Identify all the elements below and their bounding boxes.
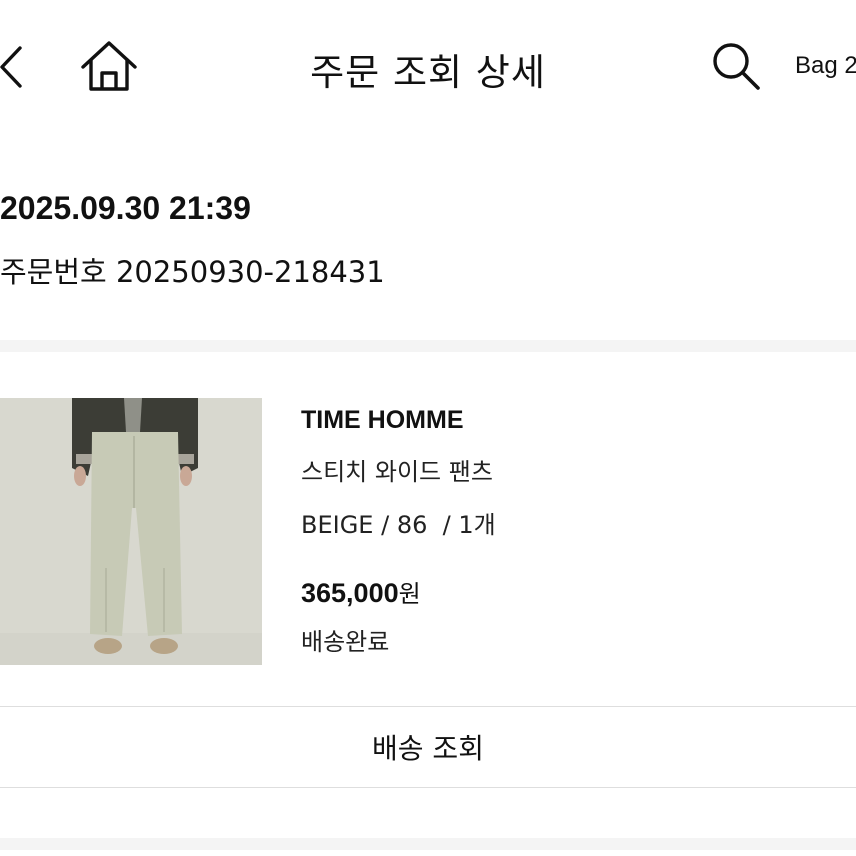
order-number: 주문번호 20250930-218431	[0, 255, 385, 289]
search-icon[interactable]	[710, 40, 762, 92]
track-delivery-button[interactable]: 배송 조회	[0, 706, 856, 788]
price-unit: 원	[398, 580, 421, 608]
product-name[interactable]: 스티치 와이드 팬츠	[301, 452, 493, 487]
order-datetime: 2025.09.30 21:39	[0, 190, 251, 226]
section-divider	[0, 340, 856, 352]
track-delivery-label: 배송 조회	[372, 732, 484, 765]
top-bar: 주문 조회 상세 Bag 2	[0, 0, 856, 130]
product-image[interactable]	[0, 398, 262, 665]
bag-link[interactable]: Bag 2	[795, 52, 856, 80]
product-brand: TIME HOMME	[301, 406, 464, 434]
product-price: 365,000원	[301, 574, 421, 609]
order-detail-page: 주문 조회 상세 Bag 2 2025.09.30 21:39 주문번호 202…	[0, 0, 856, 856]
product-option: BEIGE / 86 / 1개	[301, 511, 496, 539]
price-amount: 365,000	[301, 578, 399, 608]
section-divider	[0, 838, 856, 850]
delivery-status: 배송완료	[301, 628, 390, 656]
